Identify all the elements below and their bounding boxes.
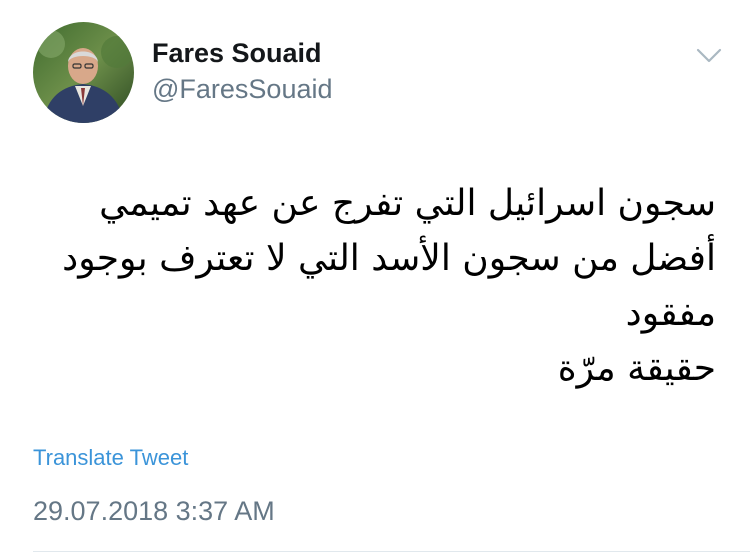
tweet-line: أفضل من سجون الأسد التي لا تعترف بوجود — [62, 238, 716, 279]
tweet-menu-button[interactable] — [692, 40, 726, 70]
avatar-photo — [33, 22, 134, 123]
chevron-down-icon — [696, 48, 722, 63]
tweet-line: سجون اسرائيل التي تفرج عن عهد تميمي — [99, 183, 716, 224]
tweet-line: مفقود — [625, 293, 716, 334]
author-handle[interactable]: @FaresSouaid — [152, 73, 333, 105]
author-display-name[interactable]: Fares Souaid — [152, 37, 322, 69]
tweet-line: حقيقة مرّة — [557, 348, 716, 389]
avatar[interactable] — [33, 22, 134, 123]
translate-tweet-link[interactable]: Translate Tweet — [33, 444, 188, 472]
tweet-timestamp[interactable]: 29.07.2018 3:37 AM — [33, 494, 275, 528]
tweet-text: سجون اسرائيل التي تفرج عن عهد تميمي أفضل… — [26, 176, 716, 396]
divider — [33, 551, 750, 552]
